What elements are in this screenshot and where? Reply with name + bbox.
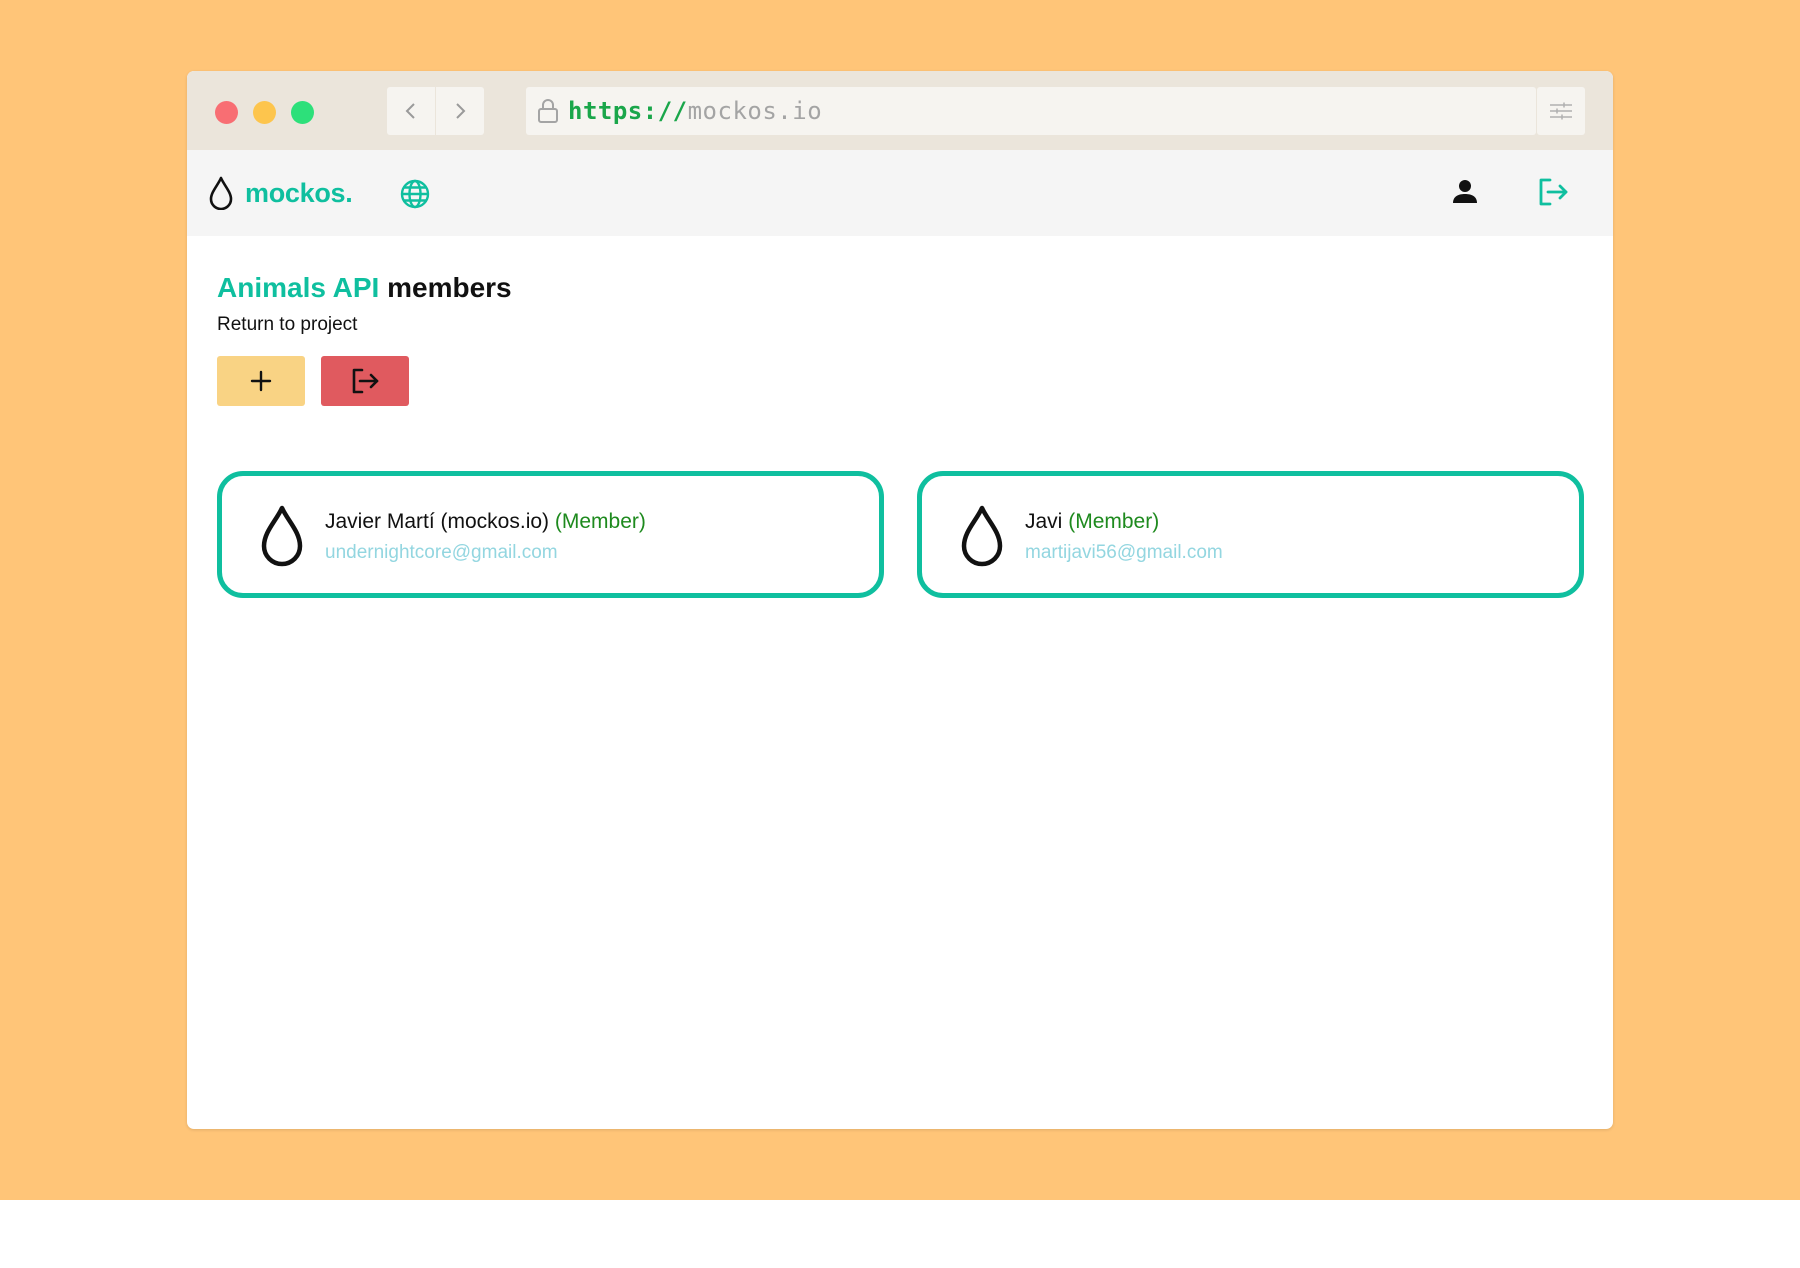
address-bar[interactable]: https://mockos.io [526,87,1536,135]
browser-toolbar: https://mockos.io [187,71,1613,150]
browser-window: https://mockos.io mockos. Animals API me… [187,71,1613,1129]
globe-icon[interactable] [399,178,431,210]
member-card[interactable]: Javier Martí (mockos.io) (Member) undern… [217,471,884,598]
url-text: https://mockos.io [568,97,822,125]
member-name: Javi [1025,510,1063,533]
back-button[interactable] [387,87,435,135]
url-host: mockos.io [687,97,823,125]
forward-button[interactable] [436,87,484,135]
member-email: martijavi56@gmail.com [1025,542,1223,563]
browser-settings-button[interactable] [1537,87,1585,135]
logout-icon [352,368,379,394]
drop-avatar-icon [261,505,303,567]
app-navbar: mockos. [187,150,1613,236]
user-icon[interactable] [1449,176,1481,208]
brand-name: mockos. [245,177,353,208]
chevron-right-icon [456,103,466,119]
page-title: Animals API members [217,272,512,304]
close-window-button[interactable] [215,101,238,124]
member-role: (Member) [554,510,646,533]
add-member-button[interactable] [217,356,305,406]
url-scheme: https:// [568,97,688,125]
member-name-line: Javi (Member) [1025,510,1159,534]
drop-avatar-icon [961,505,1003,567]
member-card[interactable]: Javi (Member) martijavi56@gmail.com [917,471,1584,598]
member-name-line: Javier Martí (mockos.io) (Member) [325,510,646,534]
project-name-link[interactable]: Animals API [217,272,379,303]
maximize-window-button[interactable] [291,101,314,124]
lock-icon [536,98,560,124]
leave-project-button[interactable] [321,356,409,406]
sliders-icon [1550,102,1572,120]
logout-icon[interactable] [1536,175,1570,209]
return-to-project-link[interactable]: Return to project [217,314,357,336]
minimize-window-button[interactable] [253,101,276,124]
plus-icon [250,370,272,392]
chevron-left-icon [405,103,415,119]
brand-link[interactable]: mockos. [209,175,353,211]
member-email: undernightcore@gmail.com [325,542,558,563]
member-role: (Member) [1068,510,1160,533]
drop-logo-icon [209,176,233,210]
title-suffix: members [379,272,512,303]
member-name: Javier Martí (mockos.io) [325,510,550,533]
